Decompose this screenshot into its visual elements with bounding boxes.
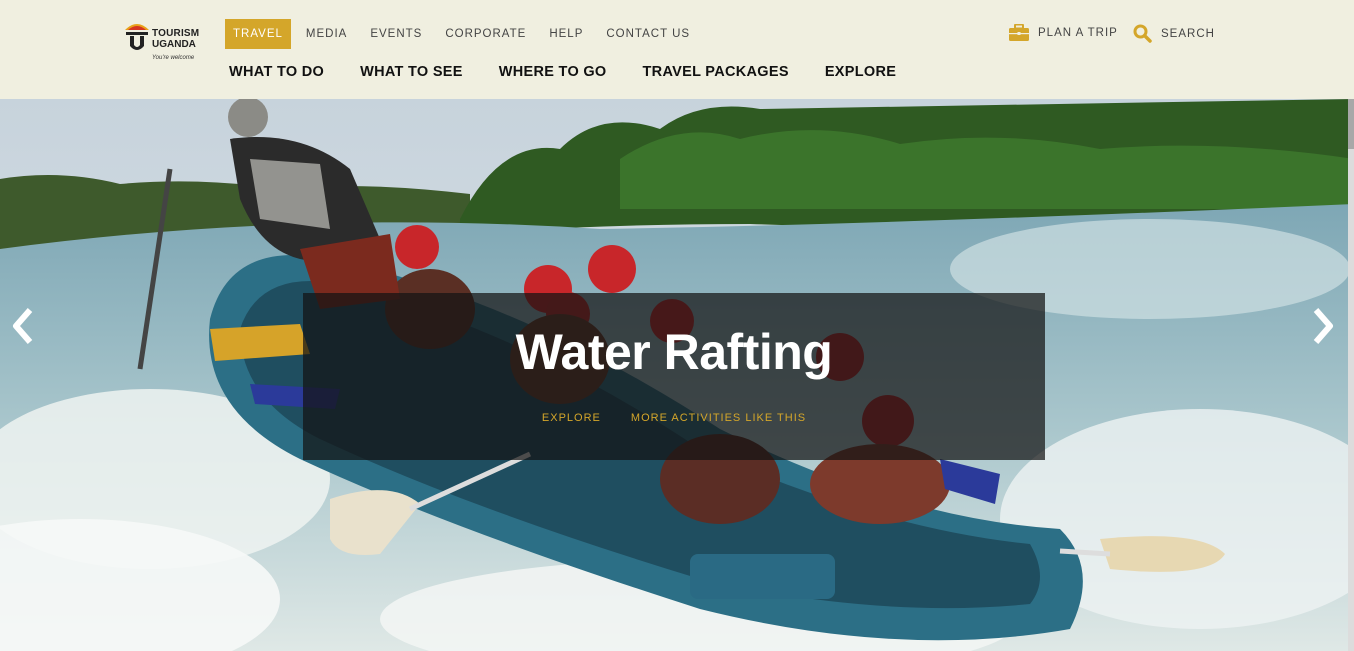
hero-explore-link[interactable]: EXPLORE [542,412,601,424]
tourism-uganda-logo[interactable]: TOURISM UGANDA You're welcome [124,20,214,66]
top-nav-corporate[interactable]: CORPORATE [445,19,526,49]
chevron-right-icon [1313,308,1333,344]
logo-mark-icon [125,24,149,50]
logo-line1: TOURISM [152,28,200,39]
slider-next-button[interactable] [1308,306,1338,346]
top-nav: TRAVEL MEDIA EVENTS CORPORATE HELP CONTA… [225,19,713,49]
search-button[interactable]: SEARCH [1133,24,1215,43]
briefcase-icon [1009,24,1029,41]
top-nav-help[interactable]: HELP [549,19,583,49]
main-nav-what-to-see[interactable]: WHAT TO SEE [360,64,463,80]
main-nav-what-to-do[interactable]: WHAT TO DO [229,64,324,80]
logo-line2: UGANDA [152,39,196,50]
hero-title: Water Rafting [515,324,833,380]
plan-a-trip-link[interactable]: PLAN A TRIP [1009,24,1118,41]
search-icon [1133,24,1152,43]
main-nav-travel-packages[interactable]: TRAVEL PACKAGES [643,64,789,80]
plan-a-trip-label: PLAN A TRIP [1038,26,1118,39]
main-nav: WHAT TO DO WHAT TO SEE WHERE TO GO TRAVE… [229,64,932,80]
page-scrollbar-thumb[interactable] [1348,99,1354,149]
hero-more-activities-link[interactable]: MORE ACTIVITIES LIKE THIS [631,412,806,424]
page-scrollbar[interactable] [1348,99,1354,651]
hero-links: EXPLORE MORE ACTIVITIES LIKE THIS [303,412,1045,424]
top-nav-travel[interactable]: TRAVEL [225,19,291,49]
chevron-left-icon [13,308,33,344]
site-header: TOURISM UGANDA You're welcome TRAVEL MED… [0,0,1354,99]
main-nav-where-to-go[interactable]: WHERE TO GO [499,64,607,80]
slider-prev-button[interactable] [8,306,38,346]
logo-tagline: You're welcome [152,55,195,61]
top-nav-events[interactable]: EVENTS [370,19,422,49]
main-nav-explore[interactable]: EXPLORE [825,64,896,80]
hero-caption: Water Rafting EXPLORE MORE ACTIVITIES LI… [303,293,1045,460]
search-label: SEARCH [1161,27,1215,40]
top-nav-media[interactable]: MEDIA [306,19,347,49]
top-nav-contact-us[interactable]: CONTACT US [606,19,690,49]
